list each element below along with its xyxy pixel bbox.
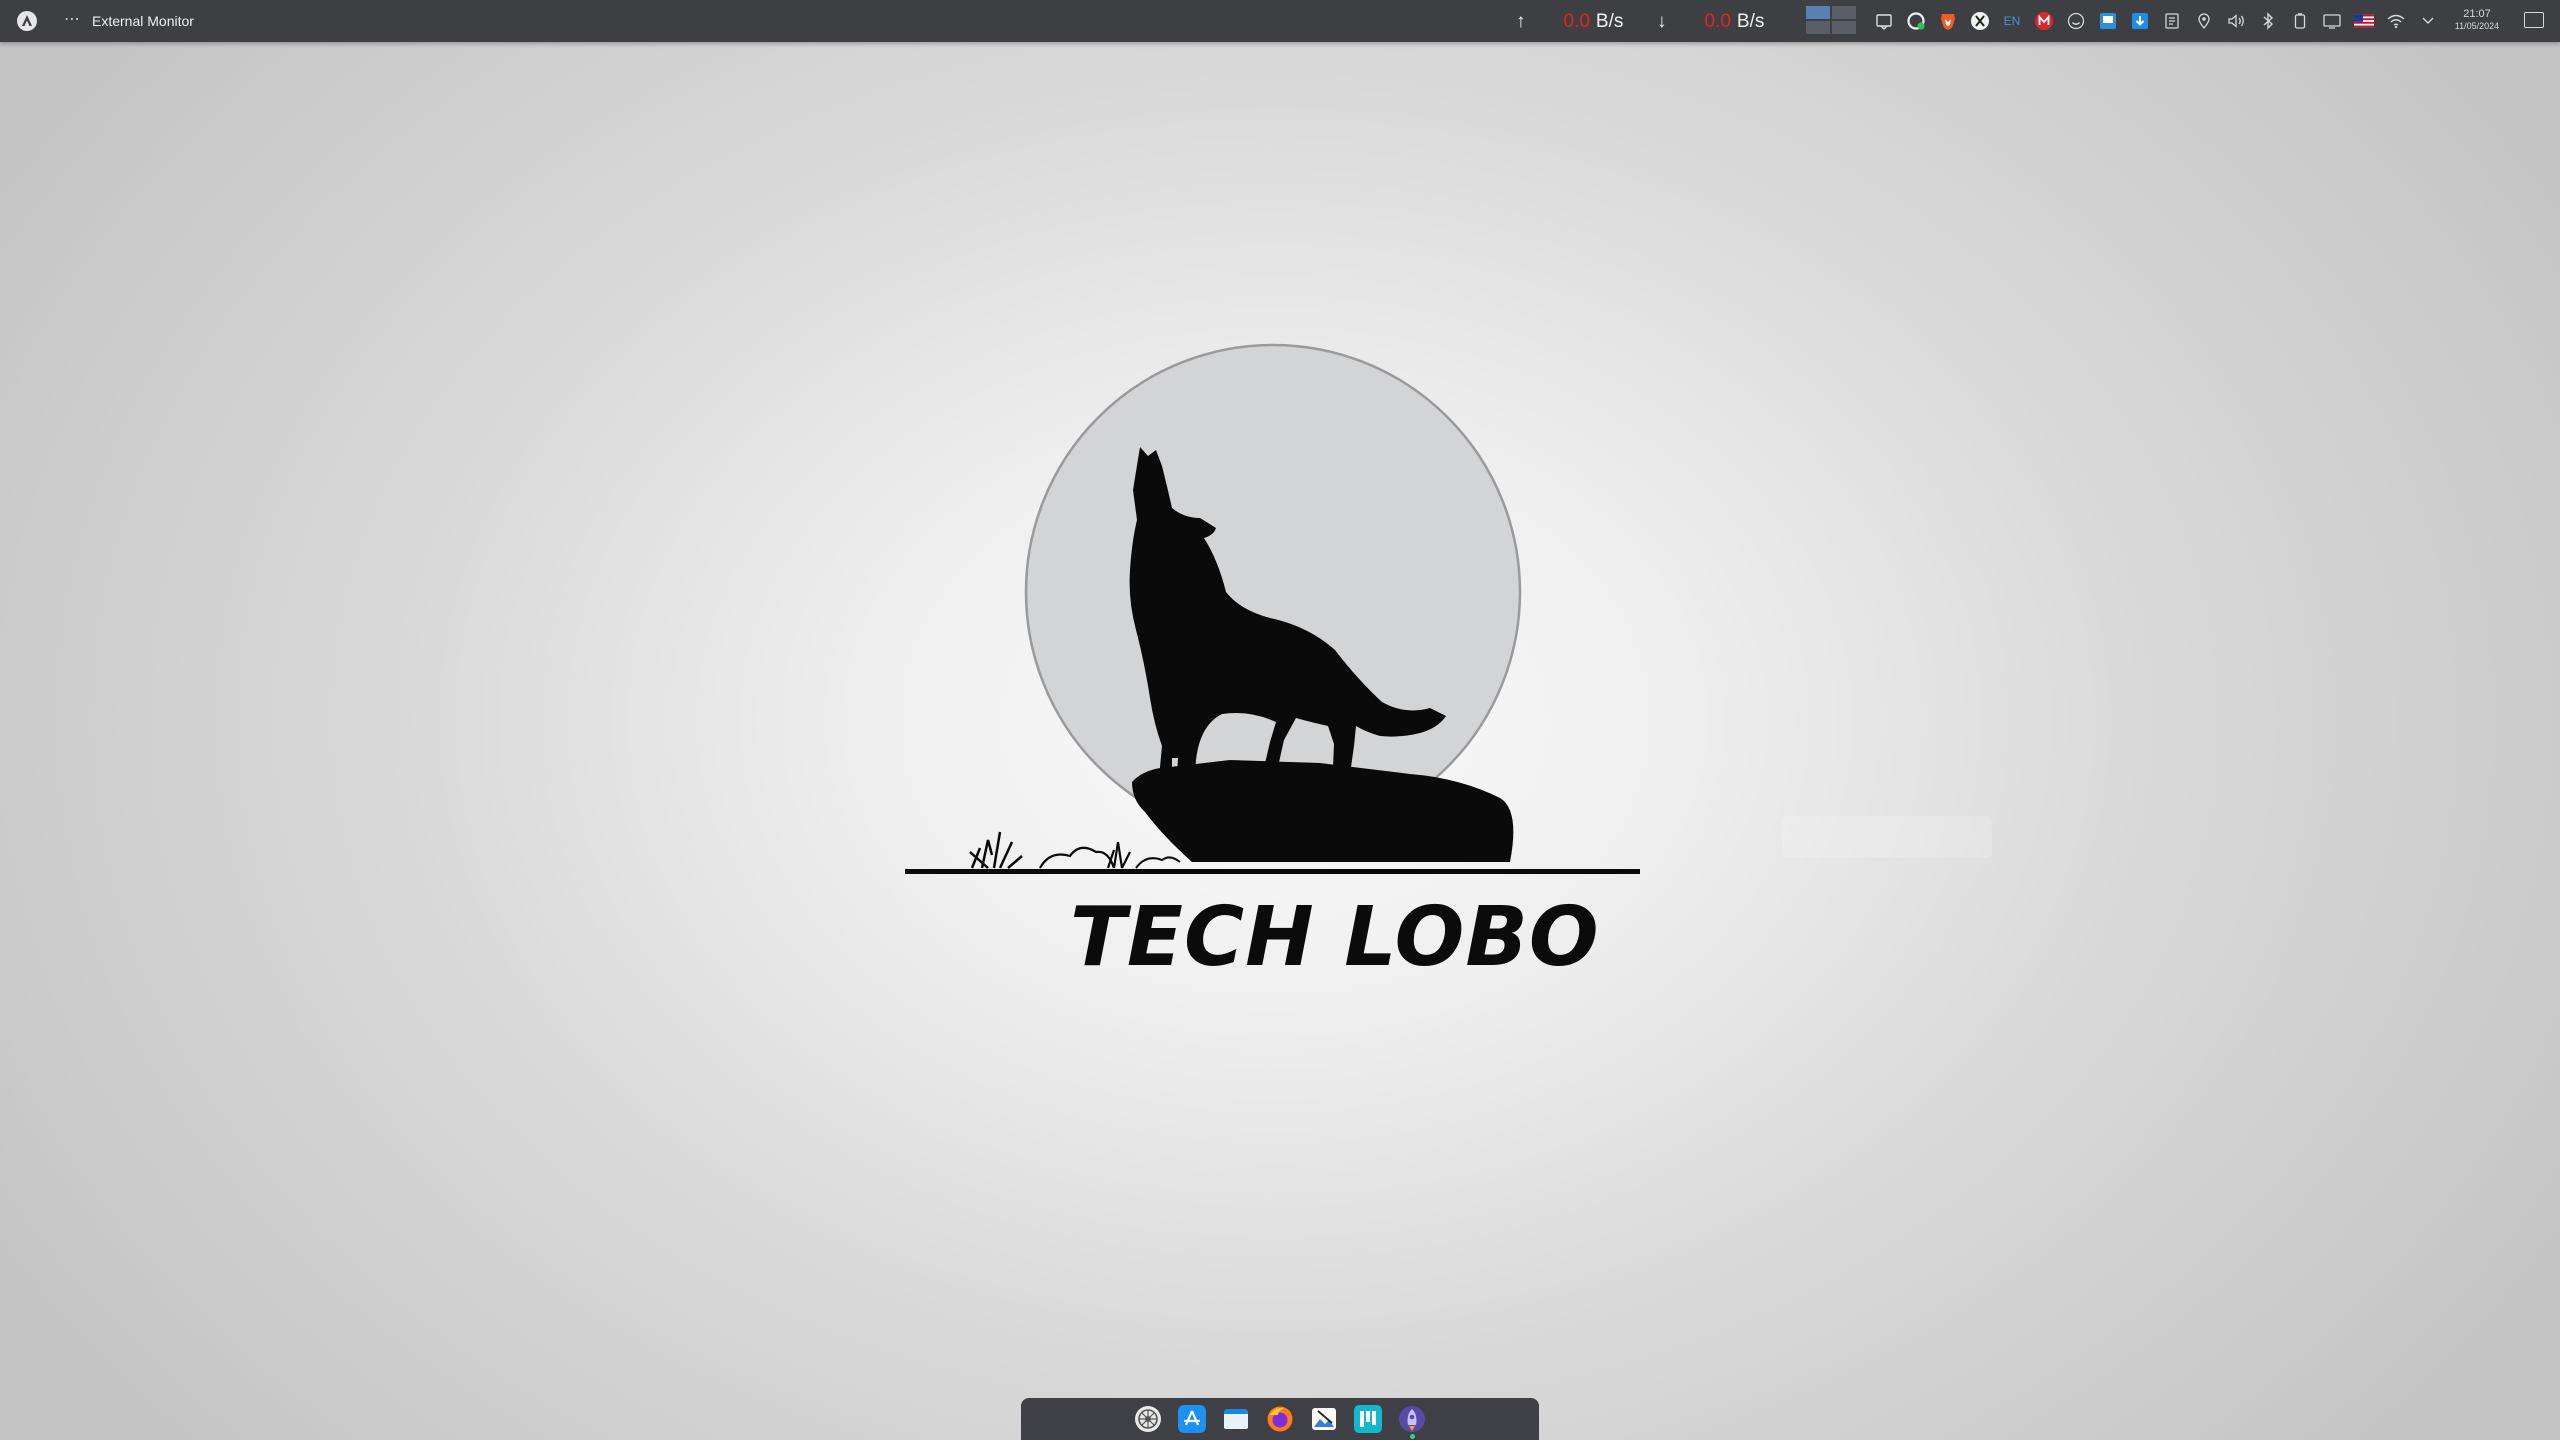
grass-mid [1106, 841, 1131, 869]
battery-icon[interactable] [2290, 11, 2310, 31]
workspace-switcher[interactable] [1806, 6, 1856, 34]
image-editor-icon[interactable] [1309, 1404, 1339, 1434]
rocket-launcher-icon[interactable] [1397, 1404, 1427, 1439]
active-window-title: External Monitor [92, 13, 194, 29]
screen-cast-icon[interactable] [2322, 11, 2342, 31]
clock-date: 11/05/2024 [2454, 21, 2500, 31]
window-menu-button[interactable]: ⋯ [64, 9, 81, 29]
bluetooth-icon[interactable] [2258, 11, 2278, 31]
clipboard-icon[interactable] [1874, 11, 1894, 31]
upload-speed: ↑ 0.0 B/s [1516, 9, 1623, 35]
app-launcher-icon[interactable] [17, 11, 37, 31]
wifi-icon[interactable] [2386, 11, 2406, 31]
upload-speed-unit: B/s [1595, 11, 1624, 32]
workspace-2[interactable] [1832, 6, 1856, 19]
wallpaper-logo-text: TECH LOBO [1070, 890, 1600, 985]
wallpaper-logo-art [905, 343, 1640, 874]
ground-line [905, 869, 1640, 874]
emoji-picker-icon[interactable] [2066, 11, 2086, 31]
download-speed-value: 0.0 [1704, 11, 1731, 32]
chevron-down-icon[interactable] [2418, 11, 2438, 31]
sync-status-icon[interactable] [1906, 11, 1926, 31]
workspace-3[interactable] [1806, 21, 1830, 34]
download-manager-icon[interactable] [2130, 11, 2150, 31]
brave-browser-icon[interactable] [1938, 11, 1958, 31]
notes-icon[interactable] [2162, 11, 2182, 31]
download-arrow-icon: ↓ [1657, 11, 1667, 32]
us-flag-icon[interactable] [2354, 11, 2374, 31]
top-panel: ⋯ External Monitor ↑ 0.0 B/s ↓ 0.0 B/s E… [0, 0, 2560, 42]
notifications-icon[interactable] [2524, 12, 2544, 28]
running-indicator [1410, 1434, 1415, 1439]
firefox-icon[interactable] [1265, 1404, 1295, 1434]
display-config-icon[interactable] [2098, 11, 2118, 31]
volume-icon[interactable] [2226, 11, 2246, 31]
upload-speed-value: 0.0 [1563, 11, 1590, 32]
dock [1021, 1398, 1539, 1440]
mega-sync-icon[interactable] [2034, 11, 2054, 31]
app-store-icon[interactable] [1177, 1404, 1207, 1434]
workspace-4[interactable] [1832, 21, 1856, 34]
clock[interactable]: 21:07 11/05/2024 [2444, 8, 2510, 32]
download-speed: ↓ 0.0 B/s [1657, 9, 1764, 35]
clock-time: 21:07 [2463, 8, 2491, 20]
location-icon[interactable] [2194, 11, 2214, 31]
download-speed-unit: B/s [1736, 11, 1765, 32]
faded-tooltip [1782, 816, 1992, 858]
upload-arrow-icon: ↑ [1516, 11, 1526, 32]
grass-left [969, 831, 1023, 869]
system-settings-icon[interactable] [1133, 1404, 1163, 1434]
system-tray: EN [1874, 8, 2450, 34]
bush-right [1135, 856, 1181, 869]
bush-outline [1039, 846, 1116, 869]
workspace-1[interactable] [1806, 6, 1830, 19]
kanban-app-icon[interactable] [1353, 1404, 1383, 1434]
file-manager-icon[interactable] [1221, 1404, 1251, 1434]
x-social-icon[interactable] [1970, 11, 1990, 31]
keyboard-language-indicator[interactable]: EN [2002, 11, 2022, 31]
